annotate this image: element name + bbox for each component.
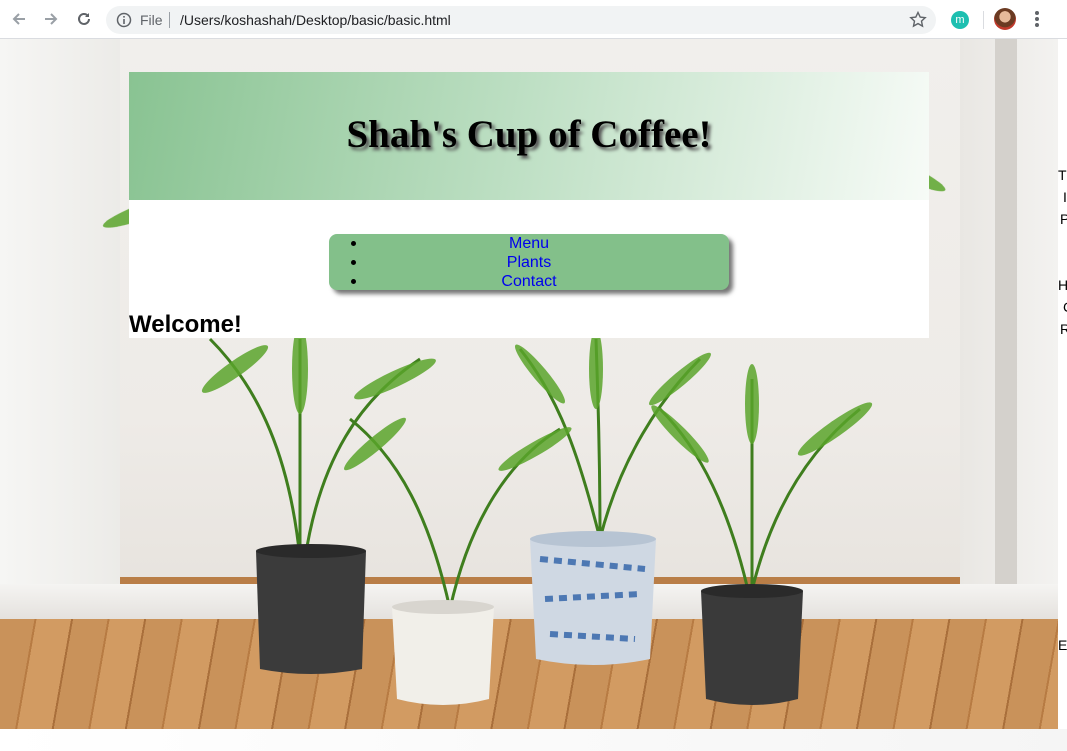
- header-banner: Shah's Cup of Coffee!: [129, 72, 929, 200]
- cutoff-letter: T: [1058, 167, 1067, 183]
- cutoff-letter: C: [1063, 299, 1067, 315]
- cutoff-side-text: T I P H C R E: [1058, 39, 1067, 729]
- info-icon[interactable]: [116, 12, 132, 28]
- nav-item-contact: Contact: [329, 272, 729, 291]
- address-bar[interactable]: File /Users/koshashah/Desktop/basic/basi…: [106, 6, 936, 34]
- nav-menu: Menu Plants Contact: [329, 234, 729, 290]
- cutoff-letter: H: [1058, 277, 1067, 293]
- back-arrow-icon[interactable]: [8, 8, 30, 30]
- browser-toolbar: File /Users/koshashah/Desktop/basic/basi…: [0, 0, 1067, 39]
- divider: [169, 12, 170, 28]
- nav-link-plants[interactable]: Plants: [507, 254, 551, 271]
- forward-arrow-icon[interactable]: [40, 8, 62, 30]
- bottom-strip: [0, 729, 1067, 751]
- site-title: Shah's Cup of Coffee!: [346, 113, 712, 156]
- scheme-label: File: [140, 12, 163, 28]
- cutoff-letter: I: [1063, 189, 1067, 205]
- profile-avatar[interactable]: [994, 8, 1016, 30]
- nav-item-menu: Menu: [329, 234, 729, 253]
- more-menu-icon[interactable]: [1028, 8, 1046, 30]
- welcome-heading: Welcome!: [129, 311, 242, 338]
- url-text[interactable]: /Users/koshashah/Desktop/basic/basic.htm…: [180, 12, 451, 28]
- page-container: Shah's Cup of Coffee! Menu Plants Contac…: [129, 72, 929, 338]
- extension-icon[interactable]: m: [951, 11, 969, 29]
- nav-link-contact[interactable]: Contact: [501, 273, 556, 290]
- page-viewport: Shah's Cup of Coffee! Menu Plants Contac…: [0, 39, 1058, 729]
- nav-item-plants: Plants: [329, 253, 729, 272]
- bookmark-star-icon[interactable]: [908, 10, 928, 30]
- cutoff-letter: P: [1060, 211, 1067, 227]
- nav-link-menu[interactable]: Menu: [509, 235, 549, 252]
- toolbar-divider: [983, 11, 984, 29]
- cutoff-letter: E: [1058, 637, 1067, 653]
- cutoff-letter: R: [1060, 321, 1067, 337]
- reload-icon[interactable]: [73, 8, 95, 30]
